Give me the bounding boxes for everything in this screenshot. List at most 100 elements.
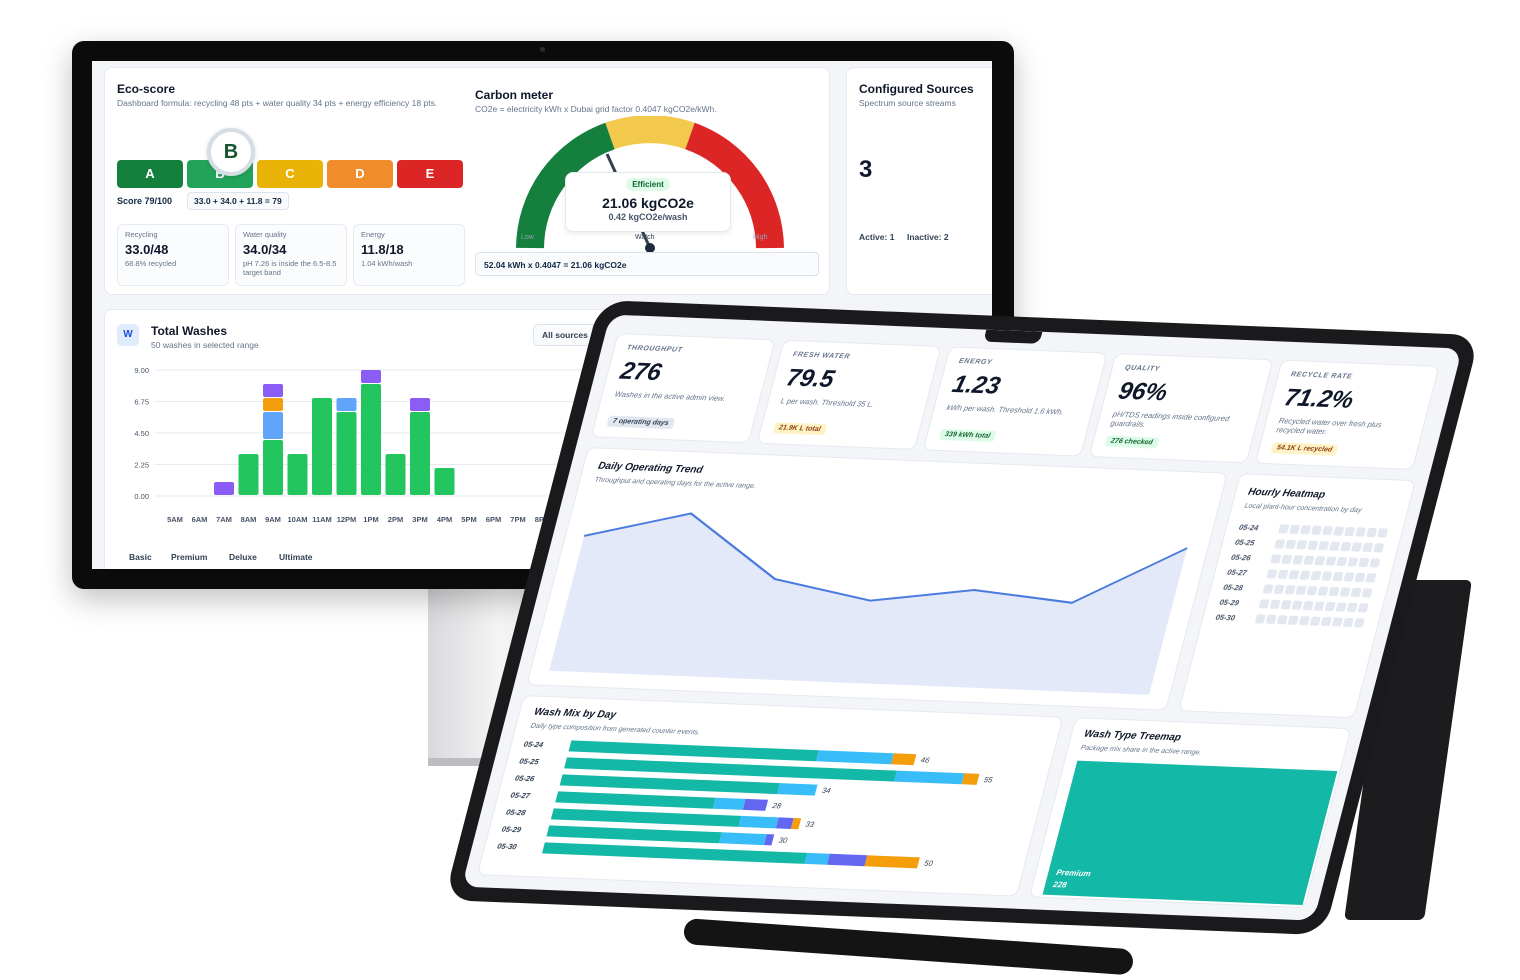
bar-segment-ultimate (214, 482, 234, 495)
eco-tile-label: Water quality (243, 230, 287, 239)
bar-segment-premium (263, 412, 283, 439)
x-tick-label: 11AM (312, 515, 332, 524)
treemap-subtitle: Package mix share in the active range. (1079, 744, 1203, 757)
mix-segment-premium (718, 832, 767, 846)
heatmap-cell (1376, 528, 1389, 538)
heatmap-cell (1350, 587, 1362, 598)
heatmap-cell (1277, 569, 1289, 580)
heatmap-cell (1269, 599, 1281, 610)
heatmap-day-label: 05-24 (1237, 522, 1260, 533)
heatmap-cell (1343, 526, 1356, 537)
heatmap-cell (1320, 616, 1332, 627)
heatmap-cell (1351, 542, 1363, 552)
heatmap-grid: 05-24 05-25 05-26 05-27 05-28 05-29 05-30 (1215, 474, 1415, 628)
configured-sources-card: Configured Sources Spectrum source strea… (846, 67, 992, 295)
heatmap-cell (1284, 585, 1296, 595)
legend-ultimate[interactable]: Ultimate (279, 552, 313, 562)
mix-segment-deluxe (742, 798, 769, 811)
kpi-label: RECYCLE RATE (1290, 371, 1353, 381)
heatmap-day-label: 05-29 (1218, 597, 1240, 608)
washes-subtitle: 50 washes in selected range (151, 340, 259, 350)
heatmap-cell (1258, 599, 1270, 609)
heatmap-cell (1354, 572, 1366, 583)
x-tick-label: 10AM (287, 515, 307, 524)
mix-segment-basic (550, 808, 742, 827)
mix-day-label: 05-26 (514, 774, 536, 784)
mix-day-label: 05-27 (510, 791, 532, 801)
gauge-watch-label: Watch (635, 234, 655, 241)
mix-segment-deluxe (827, 853, 868, 867)
tablet-device: THROUGHPUT 276 Washes in the active admin … (444, 300, 1480, 936)
carbon-meter-title: Carbon meter (475, 88, 554, 102)
x-tick-label: 6PM (486, 515, 501, 524)
kpi-value: 79.5 (783, 364, 838, 394)
heatmap-cell (1353, 618, 1365, 628)
heatmap-cell (1332, 526, 1345, 536)
bar-segment-basic (312, 398, 332, 495)
sources-subtitle: Spectrum source streams (859, 98, 956, 108)
heatmap-cell (1335, 602, 1347, 612)
treemap-block-label: Premium (1055, 867, 1092, 879)
bar-segment-basic (336, 412, 357, 495)
mix-day-label: 05-24 (523, 740, 545, 750)
x-tick-label: 12PM (337, 515, 357, 524)
kpi-label: THROUGHPUT (626, 344, 684, 354)
heatmap-cell (1310, 571, 1322, 581)
score-calc-pill: 33.0 + 34.0 + 11.8 = 79 (187, 192, 289, 210)
legend-basic[interactable]: Basic (129, 552, 152, 562)
heatmap-cell (1342, 617, 1354, 628)
legend-premium[interactable]: Premium (171, 552, 207, 562)
x-tick-label: 9AM (265, 515, 281, 524)
kpi-card-energy: ENERGY 1.23 kWh per wash. Threshold 1.6 kW… (922, 346, 1108, 457)
kpi-value: 71.2% (1281, 384, 1357, 414)
heatmap-cell (1357, 603, 1369, 613)
heatmap-cell (1296, 540, 1308, 550)
eco-tile-label: Energy (361, 230, 385, 239)
wash-mix-chart: 05-24 46 05-25 55 05-26 34 05-27 28 05-28 33 05-29… (496, 740, 994, 869)
heatmap-cell (1354, 527, 1367, 537)
heatmap-cell (1347, 557, 1359, 567)
kpi-card-quality: QUALITY 96% pH/TDS readings inside configu… (1088, 352, 1274, 464)
bar-segment-deluxe (263, 398, 283, 411)
kpi-value: 276 (617, 357, 665, 387)
bar-segment-basic (238, 454, 259, 495)
x-tick-label: 5AM (167, 515, 183, 524)
mix-total-label: 28 (771, 801, 783, 810)
eco-tile-label: Recycling (125, 230, 158, 239)
mix-total-label: 50 (923, 859, 934, 868)
kpi-label: ENERGY (958, 357, 993, 367)
x-tick-label: 4PM (437, 515, 452, 524)
heatmap-cell (1285, 539, 1297, 550)
heatmap-cell (1298, 616, 1310, 626)
legend-deluxe[interactable]: Deluxe (229, 552, 257, 562)
selected-grade-marker: B (207, 128, 255, 176)
heatmap-cell (1307, 540, 1319, 550)
daily-trend-card: Daily Operating Trend Throughput and ope… (526, 447, 1229, 711)
x-tick-label: 2PM (388, 515, 403, 524)
eco-carbon-card: Eco-score Dashboard formula: recycling 4… (104, 67, 830, 295)
heatmap-cell (1287, 615, 1299, 625)
heatmap-cell (1362, 542, 1374, 553)
treemap-premium-block[interactable]: Premium 228 (1042, 760, 1338, 906)
heatmap-cell (1309, 616, 1321, 626)
heatmap-cell (1365, 573, 1377, 583)
sources-title: Configured Sources (859, 82, 974, 96)
mix-total-label: 55 (983, 775, 994, 784)
heatmap-cell (1321, 526, 1334, 536)
bar-segment-basic (385, 454, 406, 495)
mix-total-label: 30 (778, 836, 789, 845)
heatmap-cell (1328, 586, 1340, 597)
heatmap-cell (1373, 543, 1385, 553)
sources-active: Active: 1 (859, 232, 895, 242)
kpi-card-throughput: THROUGHPUT 276 Washes in the active admin … (590, 333, 776, 444)
sources-inactive: Inactive: 2 (907, 232, 949, 242)
kpi-badge: 7 operating days (606, 415, 676, 430)
eco-tile-note: 1.04 kWh/wash (361, 259, 413, 268)
mix-segment-basic (568, 740, 819, 762)
heatmap-cell (1318, 541, 1330, 551)
heatmap-cell (1303, 555, 1315, 565)
kpi-card-fresh-water: FRESH WATER 79.5 L per wash. Threshold 35 … (756, 339, 942, 450)
heatmap-cell (1336, 556, 1348, 567)
source-filter-button[interactable]: All sources (533, 324, 597, 346)
kpi-badge: 276 checked (1104, 435, 1160, 449)
